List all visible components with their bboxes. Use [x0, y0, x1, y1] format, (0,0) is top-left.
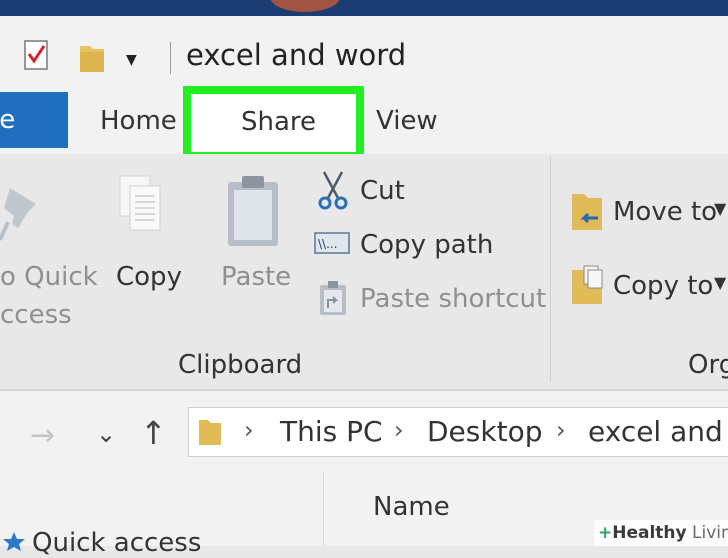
paste-button[interactable]: Paste — [221, 262, 291, 292]
properties-check-icon[interactable] — [24, 38, 50, 72]
new-folder-icon[interactable] — [78, 40, 106, 74]
window-title: excel and word — [186, 38, 407, 72]
back-arrow-icon[interactable]: → — [30, 418, 55, 453]
paste-icon[interactable] — [226, 174, 282, 248]
breadcrumb-chevron-icon[interactable]: › — [394, 416, 404, 444]
svg-text:\\...: \\... — [318, 237, 338, 251]
up-arrow-icon[interactable]: ↑ — [140, 414, 167, 452]
cut-button[interactable]: Cut — [360, 176, 405, 206]
healthy-living-watermark: +Healthy Living — [594, 520, 728, 546]
organize-group-label: Org — [688, 350, 728, 380]
copy-to-icon[interactable] — [570, 264, 604, 306]
titlebar-divider — [170, 42, 171, 74]
background-blob — [270, 0, 340, 12]
copy-to-dropdown-icon[interactable]: ▼ — [714, 273, 726, 292]
scissors-icon[interactable] — [318, 170, 348, 210]
copy-to-button[interactable]: Copy to — [613, 271, 713, 301]
breadcrumb-chevron-icon[interactable]: › — [244, 416, 254, 444]
breadcrumb-desktop[interactable]: Desktop — [427, 415, 542, 448]
column-header-name[interactable]: Name — [373, 492, 450, 522]
quick-access-star-icon — [3, 532, 25, 551]
recent-locations-chevron-icon[interactable]: ⌄ — [96, 420, 116, 448]
move-to-dropdown-icon[interactable]: ▼ — [714, 199, 726, 218]
move-to-icon[interactable] — [570, 190, 604, 232]
pin-quick-access-label-2[interactable]: ccess — [0, 300, 72, 330]
pin-icon[interactable] — [0, 182, 46, 244]
tab-view[interactable]: View — [376, 106, 438, 136]
copy-path-icon[interactable]: \\... — [314, 232, 350, 254]
copy-icon[interactable] — [116, 172, 166, 258]
breadcrumb-chevron-icon[interactable]: › — [556, 416, 566, 444]
ribbon-group-divider — [550, 156, 551, 382]
copy-button[interactable]: Copy — [116, 262, 182, 292]
tab-share[interactable]: Share — [241, 107, 316, 137]
navigation-pane-divider[interactable] — [323, 473, 324, 546]
breadcrumb-current-folder[interactable]: excel and w — [588, 415, 728, 448]
window-top-strip — [0, 0, 728, 16]
quick-access-dropdown-icon[interactable]: ▼ — [126, 50, 146, 70]
copy-path-button[interactable]: Copy path — [360, 230, 493, 260]
paste-shortcut-icon[interactable] — [318, 280, 348, 316]
tab-file[interactable]: le — [0, 92, 68, 148]
pin-quick-access-label-1[interactable]: o Quick — [0, 262, 98, 292]
breadcrumb-this-pc[interactable]: This PC — [280, 415, 383, 448]
paste-shortcut-button[interactable]: Paste shortcut — [360, 284, 546, 314]
clipboard-group-label: Clipboard — [178, 350, 303, 380]
tab-home[interactable]: Home — [100, 106, 177, 136]
watermark-plus-icon: + — [598, 523, 613, 543]
move-to-button[interactable]: Move to — [613, 197, 717, 227]
nav-item-quick-access[interactable]: Quick access — [32, 528, 201, 558]
address-folder-icon — [199, 420, 221, 445]
